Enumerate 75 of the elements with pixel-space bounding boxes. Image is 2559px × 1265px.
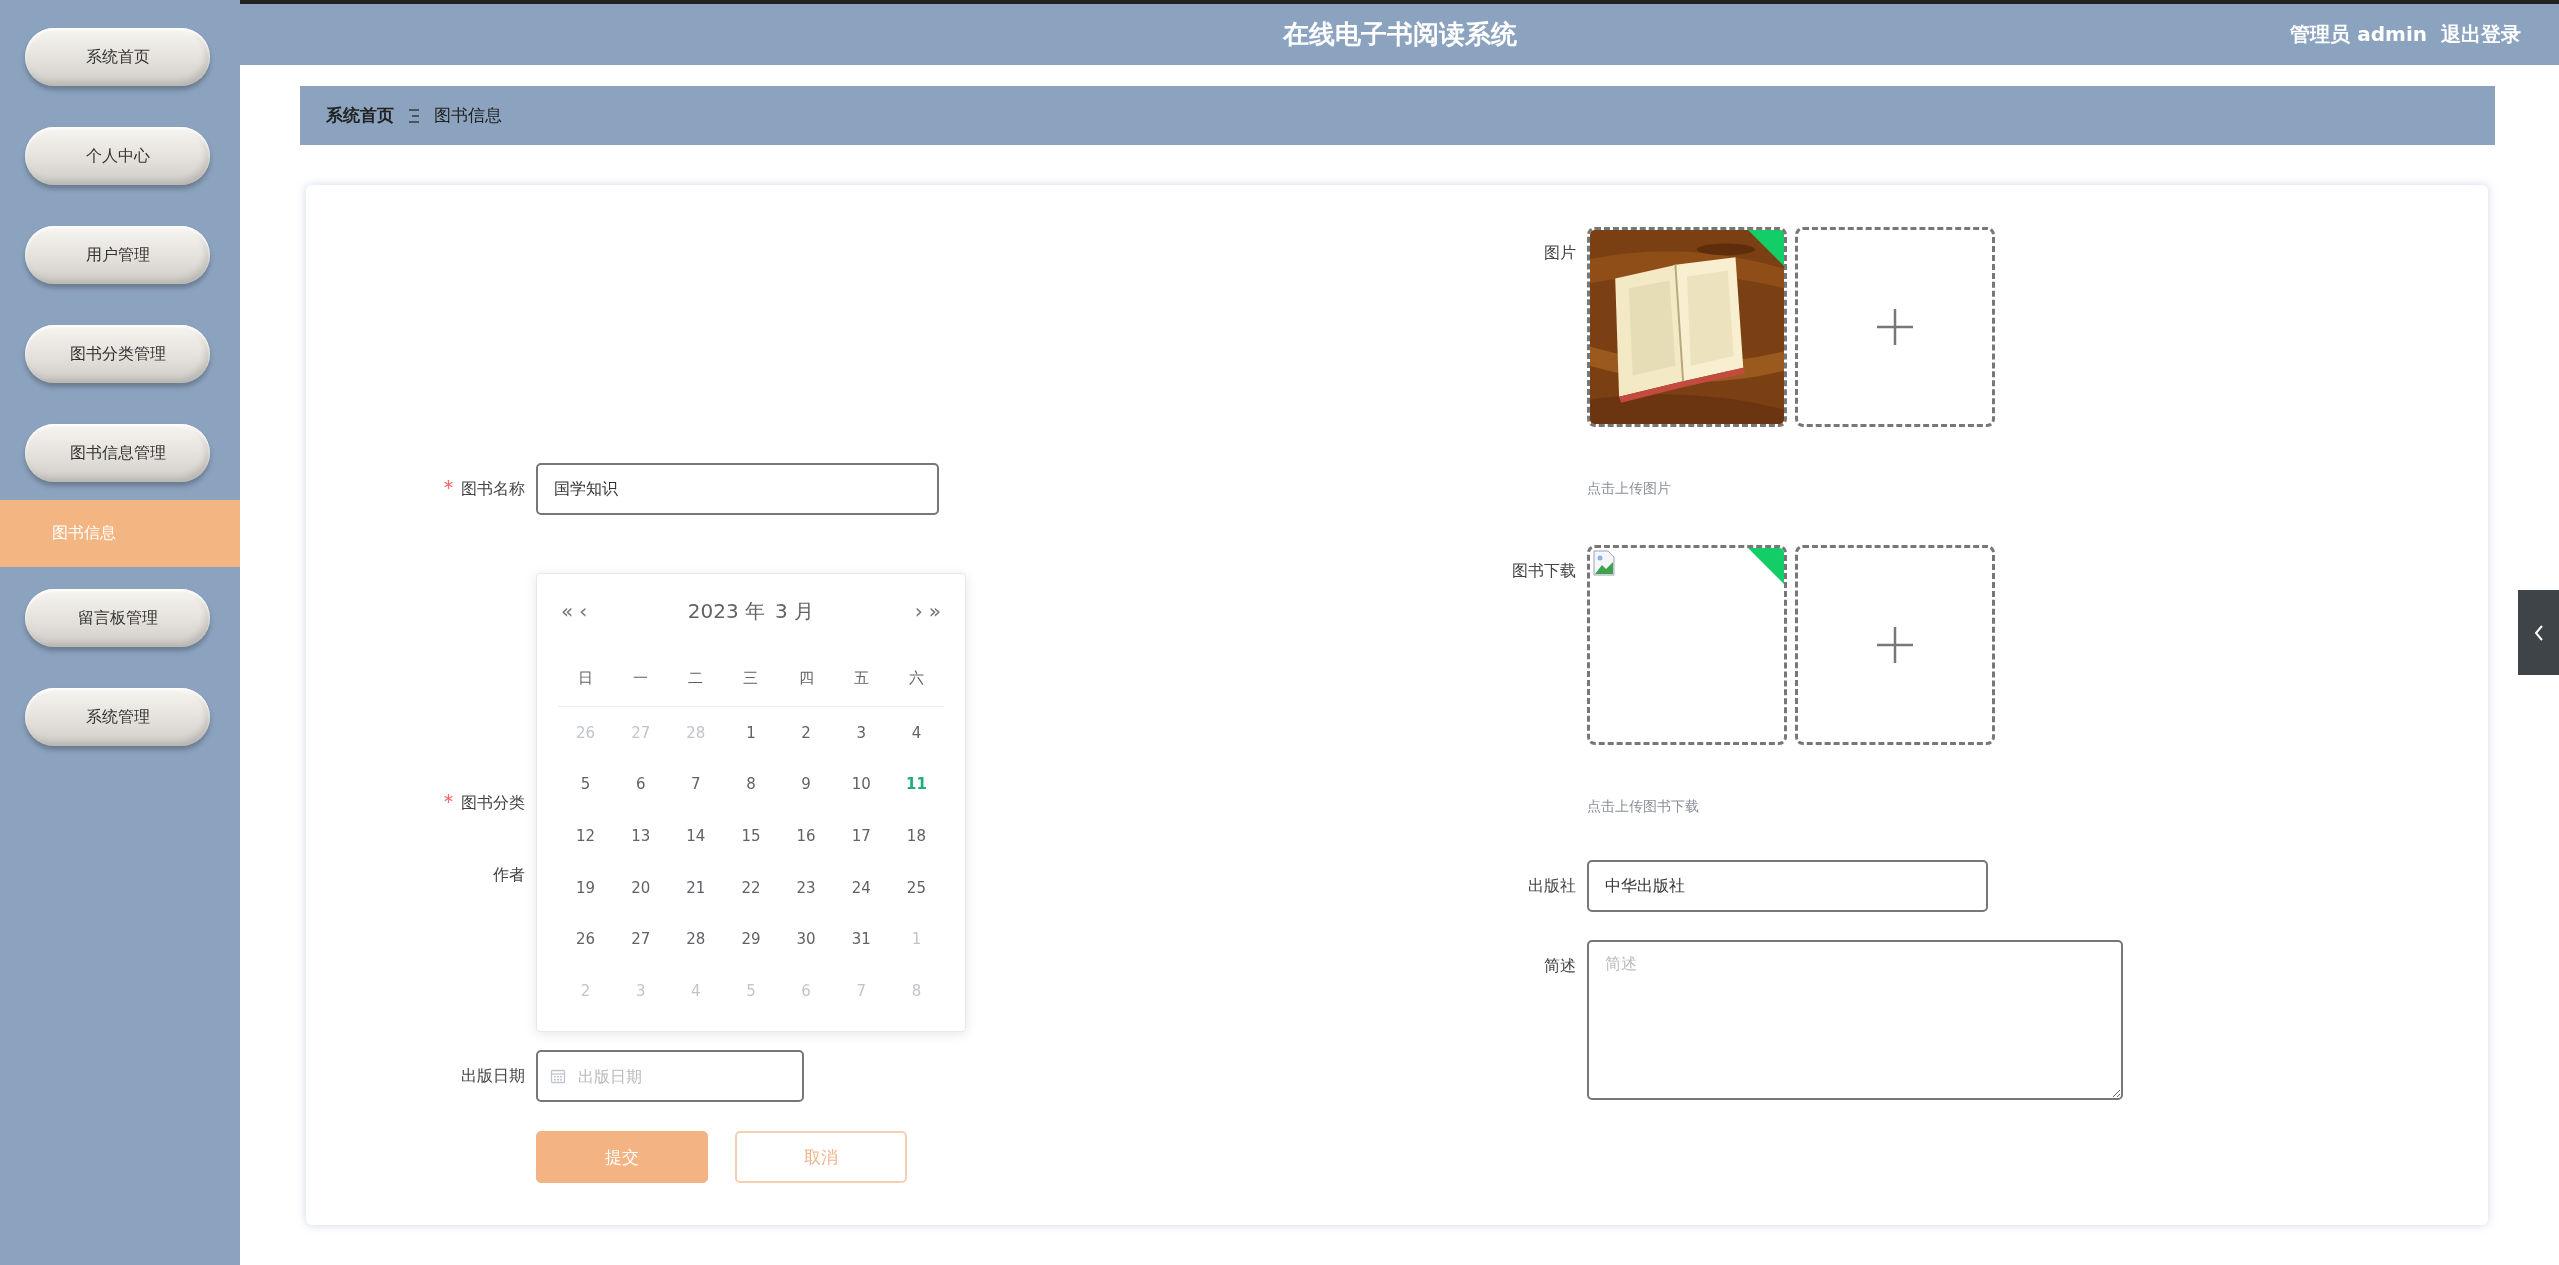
calendar-day[interactable]: 2 [795, 721, 817, 744]
calendar-day[interactable]: 19 [570, 876, 602, 899]
calendar-day[interactable]: 21 [680, 876, 712, 899]
calendar-day[interactable]: 13 [625, 825, 657, 847]
calendar-day[interactable]: 22 [735, 876, 767, 899]
calendar-day[interactable]: 23 [790, 876, 822, 899]
sidebar-item[interactable]: 系统首页 [25, 28, 210, 86]
text-field[interactable]: 国学知识 [536, 463, 939, 515]
calendar-day[interactable]: 5 [574, 773, 597, 796]
month-label[interactable]: 3 月 [775, 597, 815, 625]
calendar-day[interactable]: 3 [850, 721, 873, 744]
user-label: 管理员 admin [2290, 21, 2427, 48]
text-area[interactable]: 简述 [1587, 940, 2123, 1100]
calendar-day[interactable]: 7 [685, 773, 707, 796]
calendar-day[interactable]: 10 [845, 773, 877, 796]
weekday-label: 三 [742, 668, 760, 688]
calendar-day[interactable]: 30 [790, 928, 822, 951]
sidebar-item[interactable]: 图书信息管理 [25, 424, 210, 482]
field-label: 出版社 [1528, 875, 1576, 897]
calendar-day[interactable]: 14 [680, 825, 712, 847]
sidebar-item[interactable]: 留言板管理 [25, 589, 210, 647]
breadcrumb-item[interactable]: 系统首页 [326, 104, 394, 127]
field-label: 图片 [1544, 242, 1576, 264]
sidebar-item[interactable]: 个人中心 [25, 127, 210, 185]
separator-icon [408, 107, 420, 124]
calendar-day[interactable]: 27 [625, 928, 657, 951]
upload-hint: 点击上传图片 [1587, 479, 1672, 498]
calendar-day[interactable]: 4 [905, 721, 928, 744]
add-upload-tile[interactable] [1795, 545, 1995, 745]
calendar-day[interactable]: 15 [735, 825, 767, 847]
field-label: 图书名称 [461, 478, 525, 500]
add-upload-tile[interactable] [1795, 227, 1995, 427]
weekday-label: 五 [852, 668, 870, 688]
weekday-label: 日 [577, 668, 595, 688]
year-label[interactable]: 2023 年 [687, 597, 766, 625]
calendar-day[interactable]: 1 [740, 721, 762, 744]
calendar-day[interactable]: 6 [629, 773, 652, 796]
calendar-day[interactable]: 12 [570, 825, 602, 847]
app-title: 在线电子书阅读系统 [1282, 18, 1517, 51]
calendar-day[interactable]: 25 [900, 876, 932, 899]
calendar-day[interactable]: 17 [845, 825, 877, 847]
calendar-day[interactable]: 26 [570, 928, 602, 951]
broken-image-icon [1592, 550, 1616, 576]
text-field[interactable]: 中华出版社 [1587, 860, 1988, 912]
breadcrumb-item[interactable]: 图书信息 [434, 104, 502, 127]
calendar-day[interactable]: 16 [790, 825, 822, 847]
calendar-day[interactable]: 24 [845, 876, 877, 899]
uploaded-file-tile[interactable] [1587, 545, 1787, 745]
field-label: 作者 [493, 864, 525, 886]
sidebar-item[interactable]: 图书分类管理 [25, 325, 210, 383]
weekday-label: 六 [907, 668, 925, 688]
sidebar-item[interactable]: 系统管理 [25, 688, 210, 746]
sidebar-item[interactable]: 用户管理 [25, 226, 210, 284]
calendar-icon [550, 1068, 566, 1084]
weekday-label: 二 [687, 668, 705, 688]
prev-month-button[interactable]: ‹ [576, 599, 591, 623]
plus-icon [1876, 308, 1914, 346]
field-label: 出版日期 [461, 1065, 525, 1087]
field-label: 简述 [1544, 955, 1576, 977]
next-month-button[interactable]: › [911, 599, 926, 623]
calendar-day[interactable]: 31 [845, 928, 877, 951]
next-year-button[interactable]: » [925, 599, 944, 623]
prev-year-button[interactable]: « [558, 599, 577, 623]
weekday-label: 四 [797, 668, 815, 688]
calendar-day[interactable]: 9 [795, 773, 817, 796]
calendar-day[interactable]: 18 [900, 825, 932, 847]
calendar-day[interactable]: 28 [680, 928, 712, 951]
weekday-label: 一 [632, 668, 650, 688]
field-label: 图书分类 [461, 792, 525, 814]
plus-icon [1876, 626, 1914, 664]
calendar-day[interactable]: 29 [735, 928, 767, 951]
upload-hint: 点击上传图书下载 [1587, 797, 1700, 816]
calendar-day[interactable]: 8 [740, 773, 762, 796]
calendar-day[interactable]: 20 [625, 876, 657, 899]
field-label: 图书下载 [1512, 560, 1576, 582]
